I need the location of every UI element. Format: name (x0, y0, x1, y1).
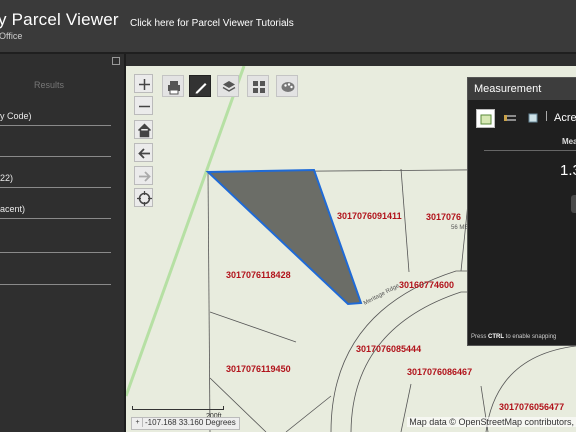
home-button[interactable] (134, 120, 153, 139)
measurement-result-label: Mea (562, 137, 576, 146)
separator (546, 111, 547, 121)
results-panel: Results y Code) 22) acent) (0, 54, 126, 432)
divider (484, 150, 576, 151)
measurement-header: Measurement (468, 78, 576, 100)
parcel-label[interactable]: 3017076119450 (226, 364, 291, 374)
palette-icon (281, 82, 295, 92)
location-icon (528, 113, 538, 123)
parcel-label[interactable]: 3017076056477 (499, 402, 564, 412)
parcel-label[interactable]: 3017076091411 (337, 211, 402, 221)
result-item[interactable]: y Code) (0, 107, 111, 126)
measurement-action-button[interactable] (571, 195, 576, 213)
results-tab[interactable]: Results (34, 80, 64, 90)
measurement-value: 1.3 (560, 162, 576, 179)
result-item[interactable]: 22) (0, 169, 111, 188)
coordinate-text: -107.168 33.160 Degrees (145, 418, 236, 427)
print-button[interactable] (162, 75, 184, 97)
result-item[interactable] (0, 266, 111, 285)
distance-icon (504, 115, 516, 121)
layers-icon (222, 81, 236, 92)
symbology-button[interactable] (276, 75, 298, 97)
home-icon (137, 123, 152, 138)
road-label: 56 ME (451, 225, 469, 231)
locate-button[interactable] (134, 188, 153, 207)
app-header: y Parcel Viewer Office Click here for Pa… (0, 0, 576, 54)
app-subtitle: Office (0, 31, 23, 41)
previous-extent-button[interactable] (134, 143, 153, 162)
parcel-label[interactable]: 3017076118428 (226, 270, 291, 280)
layers-button[interactable] (217, 75, 239, 97)
area-icon (480, 114, 492, 125)
measurement-panel: Measurement Acre Mea 1.3 Press CTRL to e… (467, 77, 576, 346)
plus-icon (139, 79, 150, 90)
result-item[interactable] (0, 234, 111, 253)
measurement-title: Measurement (474, 83, 542, 95)
parcel-label[interactable]: 3017076 (426, 212, 461, 222)
panel-maximize-icon[interactable] (112, 57, 120, 65)
print-icon (168, 81, 180, 95)
unit-select[interactable]: Acre (554, 112, 576, 124)
basemap-gallery-button[interactable] (247, 75, 269, 97)
zoom-in-button[interactable] (134, 74, 153, 93)
minus-icon (139, 105, 150, 108)
area-tool-button[interactable] (476, 109, 495, 128)
map-attribution: Map data © OpenStreetMap contributors, (407, 417, 576, 427)
grid-icon (253, 81, 265, 93)
coordinate-readout: + -107.168 33.160 Degrees (131, 417, 240, 430)
pencil-icon (195, 83, 207, 94)
next-extent-button[interactable] (134, 166, 153, 185)
selected-parcel[interactable] (205, 168, 363, 306)
result-item[interactable]: acent) (0, 200, 111, 219)
arrow-right-icon (139, 171, 151, 182)
zoom-out-button[interactable] (134, 96, 153, 115)
arrow-left-icon (138, 148, 150, 159)
parcel-label[interactable]: 30160774600 (399, 280, 454, 290)
tutorials-link[interactable]: Click here for Parcel Viewer Tutorials (130, 18, 294, 29)
scale-bar (132, 406, 224, 410)
parcel-label[interactable]: 3017076086467 (407, 367, 472, 377)
crosshair-icon[interactable]: + (133, 418, 143, 427)
snapping-hint: Press CTRL to enable snapping (471, 334, 557, 340)
app-title: y Parcel Viewer (0, 10, 119, 29)
distance-tool-button[interactable] (501, 109, 520, 128)
result-item[interactable] (0, 138, 111, 157)
draw-button[interactable] (189, 75, 211, 97)
location-tool-button[interactable] (524, 109, 543, 128)
parcel-label[interactable]: 3017076085444 (356, 344, 421, 354)
locate-icon (137, 191, 152, 206)
